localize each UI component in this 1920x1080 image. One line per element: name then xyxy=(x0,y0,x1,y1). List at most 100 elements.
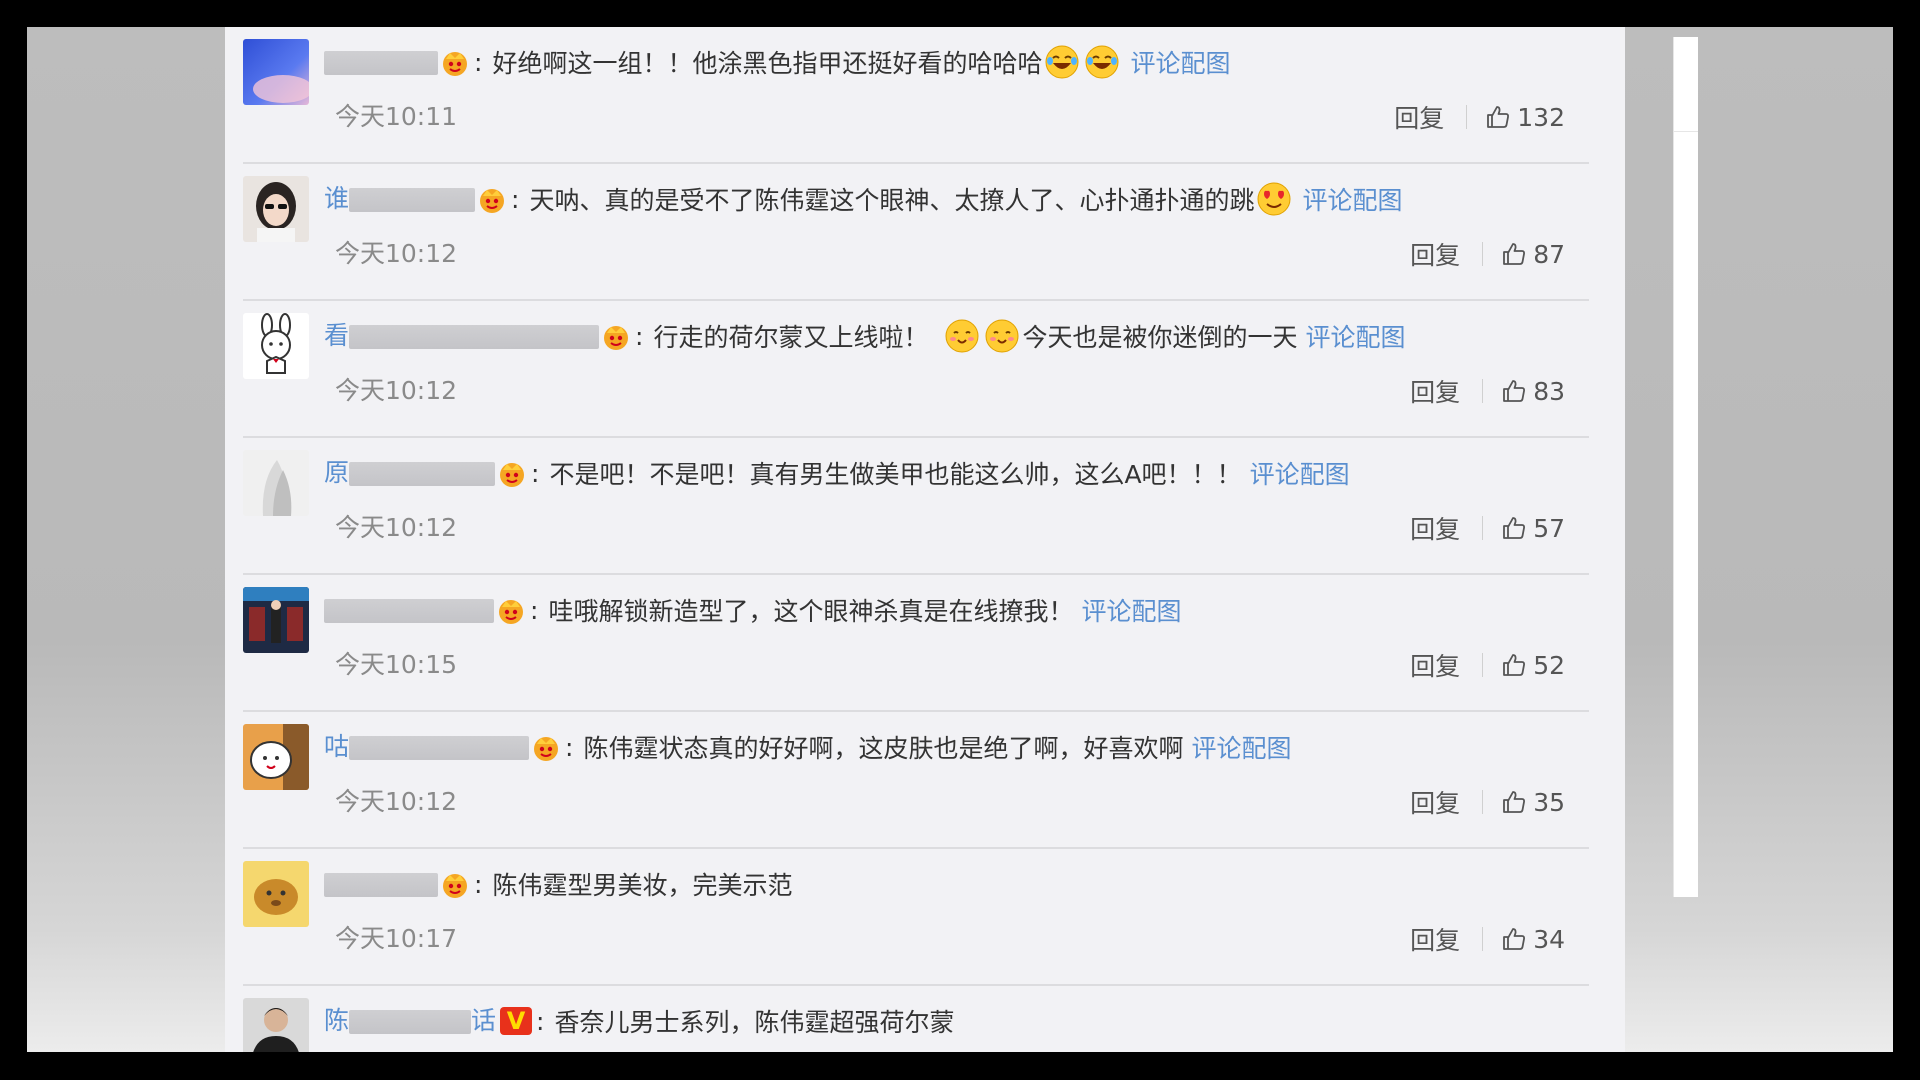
avatar[interactable] xyxy=(243,724,309,790)
comment-actions: 回复 83 xyxy=(1410,373,1565,409)
blurred-username xyxy=(324,51,438,75)
comment-image-link[interactable]: 评论配图 xyxy=(1081,592,1181,628)
comment-line: 看 : 行走的荷尔蒙又上线啦！ 今天也是被你迷倒的一天 评论配图 xyxy=(324,319,1406,353)
avatar[interactable] xyxy=(243,587,309,653)
blurred-username xyxy=(349,325,600,349)
reply-button[interactable]: 回复 xyxy=(1410,921,1460,957)
divider xyxy=(1482,242,1484,266)
right-sidebar-edge xyxy=(1673,37,1698,897)
username[interactable]: 看 xyxy=(324,323,600,349)
reply-button[interactable]: 回复 xyxy=(1410,510,1460,546)
comment-list-panel: : 好绝啊这一组！！他涂黑色指甲还挺好看的哈哈哈 评论配图 今天10:11 回复… xyxy=(225,27,1625,1052)
comment-time: 今天10:12 xyxy=(335,239,458,268)
comment-line: 陈话 V : 香奈儿男士系列，陈伟霆超强荷尔蒙 xyxy=(324,1004,954,1038)
reply-button[interactable]: 回复 xyxy=(1410,784,1460,820)
comment-line: : 好绝啊这一组！！他涂黑色指甲还挺好看的哈哈哈 评论配图 xyxy=(324,45,1230,79)
blurred-username xyxy=(324,873,438,897)
username[interactable]: 原 xyxy=(324,460,496,486)
verified-v-badge: V xyxy=(500,1007,533,1035)
comment-actions: 回复 57 xyxy=(1410,510,1565,546)
comment-line: : 陈伟霆型男美妆，完美示范 xyxy=(324,867,792,901)
like-count: 52 xyxy=(1533,650,1565,680)
comment-item: : 好绝啊这一组！！他涂黑色指甲还挺好看的哈哈哈 评论配图 今天10:11 回复… xyxy=(225,27,1589,164)
comment-line: 原 : 不是吧！不是吧！真有男生做美甲也能这么帅，这么A吧！！！ 评论配图 xyxy=(324,456,1350,490)
comment-image-link[interactable]: 评论配图 xyxy=(1302,181,1402,217)
comment-time: 今天10:11 xyxy=(335,102,458,131)
comment-line: : 哇哦解锁新造型了，这个眼神杀真是在线撩我！ 评论配图 xyxy=(324,593,1181,627)
crown-icon xyxy=(440,47,470,77)
username[interactable]: 咕 xyxy=(324,734,530,760)
comment-line: 咕 : 陈伟霆状态真的好好啊，这皮肤也是绝了啊，好喜欢啊 评论配图 xyxy=(324,730,1291,764)
thumbs-up-icon[interactable] xyxy=(1485,104,1511,130)
comment-time: 今天10:12 xyxy=(335,787,458,816)
comment-text: 陈伟霆型男美妆，完美示范 xyxy=(492,871,793,900)
comment-actions: 回复 87 xyxy=(1410,236,1565,272)
comment-text: 好绝啊这一组！！他涂黑色指甲还挺好看的哈哈哈 xyxy=(492,49,1043,78)
divider xyxy=(1482,790,1484,814)
reply-button[interactable]: 回复 xyxy=(1410,373,1460,409)
comment-text: 香奈儿男士系列，陈伟霆超强荷尔蒙 xyxy=(554,1008,955,1037)
crown-icon xyxy=(440,869,470,899)
screenshot-frame: : 好绝啊这一组！！他涂黑色指甲还挺好看的哈哈哈 评论配图 今天10:11 回复… xyxy=(27,27,1893,1052)
comment-image-link[interactable]: 评论配图 xyxy=(1305,318,1405,354)
comment-image-link[interactable]: 评论配图 xyxy=(1130,44,1230,80)
crown-icon xyxy=(477,184,507,214)
comment-time: 今天10:12 xyxy=(335,376,458,405)
like-count: 132 xyxy=(1517,102,1565,132)
avatar[interactable] xyxy=(243,450,309,516)
comment-item: 咕 : 陈伟霆状态真的好好啊，这皮肤也是绝了啊，好喜欢啊 评论配图 今天10:1… xyxy=(225,712,1589,849)
laughing-tears-emoji xyxy=(1084,44,1120,80)
reply-button[interactable]: 回复 xyxy=(1410,647,1460,683)
username[interactable] xyxy=(324,597,494,623)
blurred-username xyxy=(349,736,530,760)
thumbs-up-icon[interactable] xyxy=(1501,926,1527,952)
laughing-tears-emoji xyxy=(1044,44,1080,80)
like-count: 34 xyxy=(1533,924,1565,954)
reply-button[interactable]: 回复 xyxy=(1394,99,1444,135)
comment-actions: 回复 34 xyxy=(1410,921,1565,957)
blurred-username xyxy=(349,1010,472,1034)
comment-item: 谁 : 天呐、真的是受不了陈伟霆这个眼神、太撩人了、心扑通扑通的跳 评论配图 今… xyxy=(225,164,1589,301)
thumbs-up-icon[interactable] xyxy=(1501,241,1527,267)
thumbs-up-icon[interactable] xyxy=(1501,378,1527,404)
avatar[interactable] xyxy=(243,313,309,379)
crown-icon xyxy=(497,458,527,488)
avatar[interactable] xyxy=(243,39,309,105)
divider xyxy=(1482,379,1484,403)
blurred-username xyxy=(349,188,476,212)
divider xyxy=(1466,105,1468,129)
reply-button[interactable]: 回复 xyxy=(1410,236,1460,272)
avatar[interactable] xyxy=(243,176,309,242)
thumbs-up-icon[interactable] xyxy=(1501,515,1527,541)
username[interactable] xyxy=(324,49,438,75)
avatar[interactable] xyxy=(243,861,309,927)
divider xyxy=(1482,653,1484,677)
comment-actions: 回复 52 xyxy=(1410,647,1565,683)
blurred-username xyxy=(349,462,496,486)
comment-time: 今天10:15 xyxy=(335,650,458,679)
thumbs-up-icon[interactable] xyxy=(1501,789,1527,815)
like-count: 83 xyxy=(1533,376,1565,406)
username[interactable]: 陈话 xyxy=(324,1008,496,1034)
username[interactable] xyxy=(324,871,438,897)
comment-actions: 回复 35 xyxy=(1410,784,1565,820)
comment-item: : 陈伟霆型男美妆，完美示范 今天10:17 回复 34 xyxy=(225,849,1589,986)
username[interactable]: 谁 xyxy=(324,186,476,212)
crown-icon xyxy=(601,321,631,351)
blurred-username xyxy=(324,599,494,623)
avatar[interactable] xyxy=(243,998,309,1052)
comment-time: 今天10:12 xyxy=(335,513,458,542)
comment-item: 原 : 不是吧！不是吧！真有男生做美甲也能这么帅，这么A吧！！！ 评论配图 今天… xyxy=(225,438,1589,575)
comment-text-suffix: 今天也是被你迷倒的一天 xyxy=(1022,323,1298,352)
thumbs-up-icon[interactable] xyxy=(1501,652,1527,678)
comment-text: 陈伟霆状态真的好好啊，这皮肤也是绝了啊，好喜欢啊 xyxy=(583,734,1184,763)
comment-image-link[interactable]: 评论配图 xyxy=(1250,455,1350,491)
comment-text: 不是吧！不是吧！真有男生做美甲也能这么帅，这么A吧！！！ xyxy=(549,460,1242,489)
comment-image-link[interactable]: 评论配图 xyxy=(1191,729,1291,765)
divider xyxy=(1482,516,1484,540)
comment-time: 今天10:17 xyxy=(335,924,458,953)
comment-text: 行走的荷尔蒙又上线啦！ xyxy=(653,323,929,352)
heart-eyes-emoji xyxy=(1256,181,1292,217)
comment-text: 哇哦解锁新造型了，这个眼神杀真是在线撩我！ xyxy=(548,597,1074,626)
shy-smile-emoji xyxy=(984,318,1020,354)
